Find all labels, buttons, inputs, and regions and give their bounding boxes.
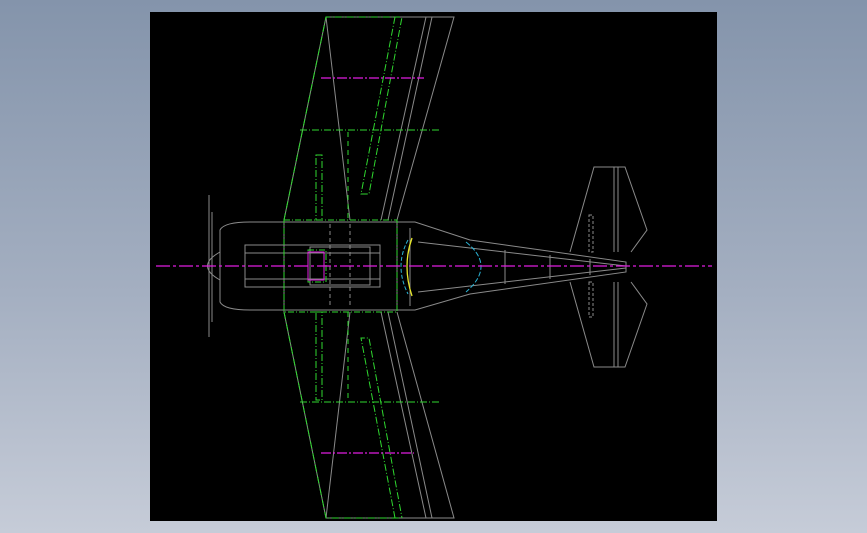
upper-wing xyxy=(283,16,455,221)
fuselage-inner-bottom xyxy=(417,267,627,293)
lower-aileron-outline xyxy=(360,337,403,519)
tail-lower-outline xyxy=(569,281,648,368)
lower-wing-rib-line xyxy=(325,311,351,519)
lower-wing-outline xyxy=(283,311,455,519)
lower-wing-structure xyxy=(283,311,440,519)
tail-upper xyxy=(569,166,648,253)
fuselage-inner-top xyxy=(417,241,627,267)
lower-wing-hinge-line xyxy=(380,311,427,519)
lower-spar-box xyxy=(315,311,323,401)
upper-wing-structure xyxy=(283,16,440,221)
upper-spar-box xyxy=(315,154,323,221)
tail-lower-spar xyxy=(588,281,594,318)
aircraft-top-view-drawing xyxy=(156,16,712,519)
tail-upper-spar xyxy=(588,214,594,253)
upper-aileron-outline xyxy=(360,16,403,195)
upper-wing-rib-line xyxy=(325,16,351,221)
lower-wing-green-outline xyxy=(283,311,400,519)
cad-drawing-viewport[interactable] xyxy=(150,12,717,521)
tail-upper-outline xyxy=(569,166,648,253)
tail-lower xyxy=(569,281,648,368)
lower-wing xyxy=(283,311,455,519)
upper-wing-outline xyxy=(283,16,455,221)
upper-wing-hinge-line xyxy=(380,16,427,221)
